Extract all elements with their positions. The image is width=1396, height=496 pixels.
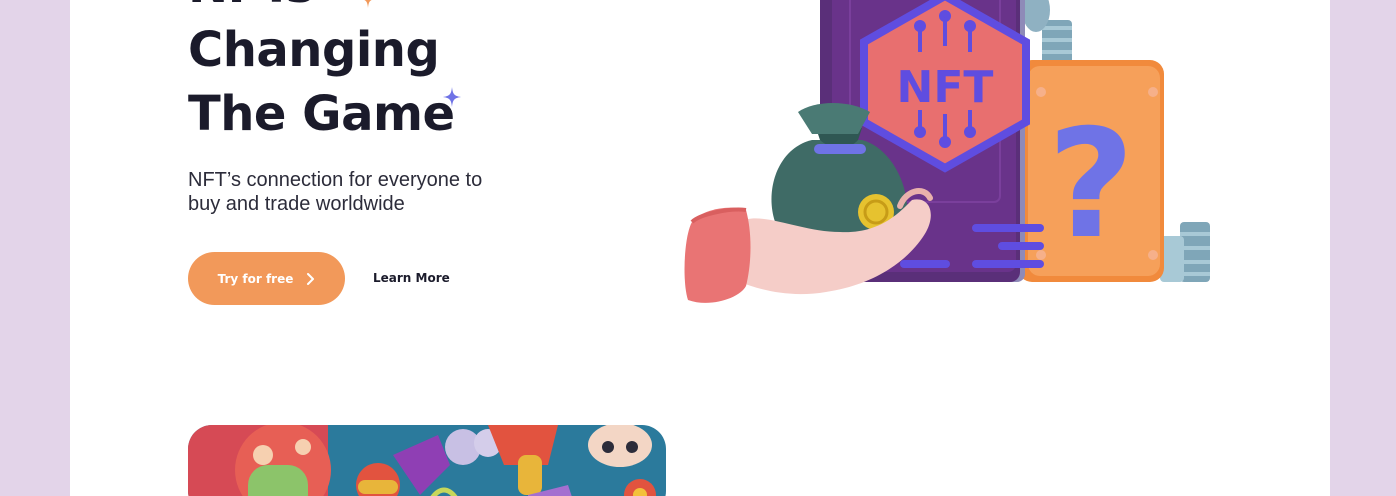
nft-book-label: NFT	[897, 62, 994, 113]
coin-stack-right	[1160, 222, 1210, 282]
learn-more-link[interactable]: Learn More	[373, 271, 450, 285]
hero-title-line-1: NFTs	[188, 0, 455, 18]
hero-title: NFTs Changing The Game	[188, 0, 455, 146]
hero-subtitle: NFT’s connection for everyone to buy and…	[188, 169, 483, 215]
hero-title-line-3: The Game	[188, 86, 455, 142]
try-for-free-button[interactable]: Try for free	[188, 252, 345, 305]
question-mark-icon: ?	[1047, 98, 1134, 272]
sparkle-blue-icon	[443, 87, 461, 107]
hero-title-line-2: Changing	[188, 22, 440, 78]
landing-page: NFTs Changing The Game NFT’s connection …	[70, 0, 1330, 496]
nft-artwork-card[interactable]	[188, 425, 666, 496]
chevron-right-icon	[307, 272, 315, 285]
sparkle-orange-icon	[364, 0, 372, 8]
nft-hero-illustration: ? NFT	[684, 0, 1210, 303]
try-for-free-label: Try for free	[217, 271, 294, 286]
